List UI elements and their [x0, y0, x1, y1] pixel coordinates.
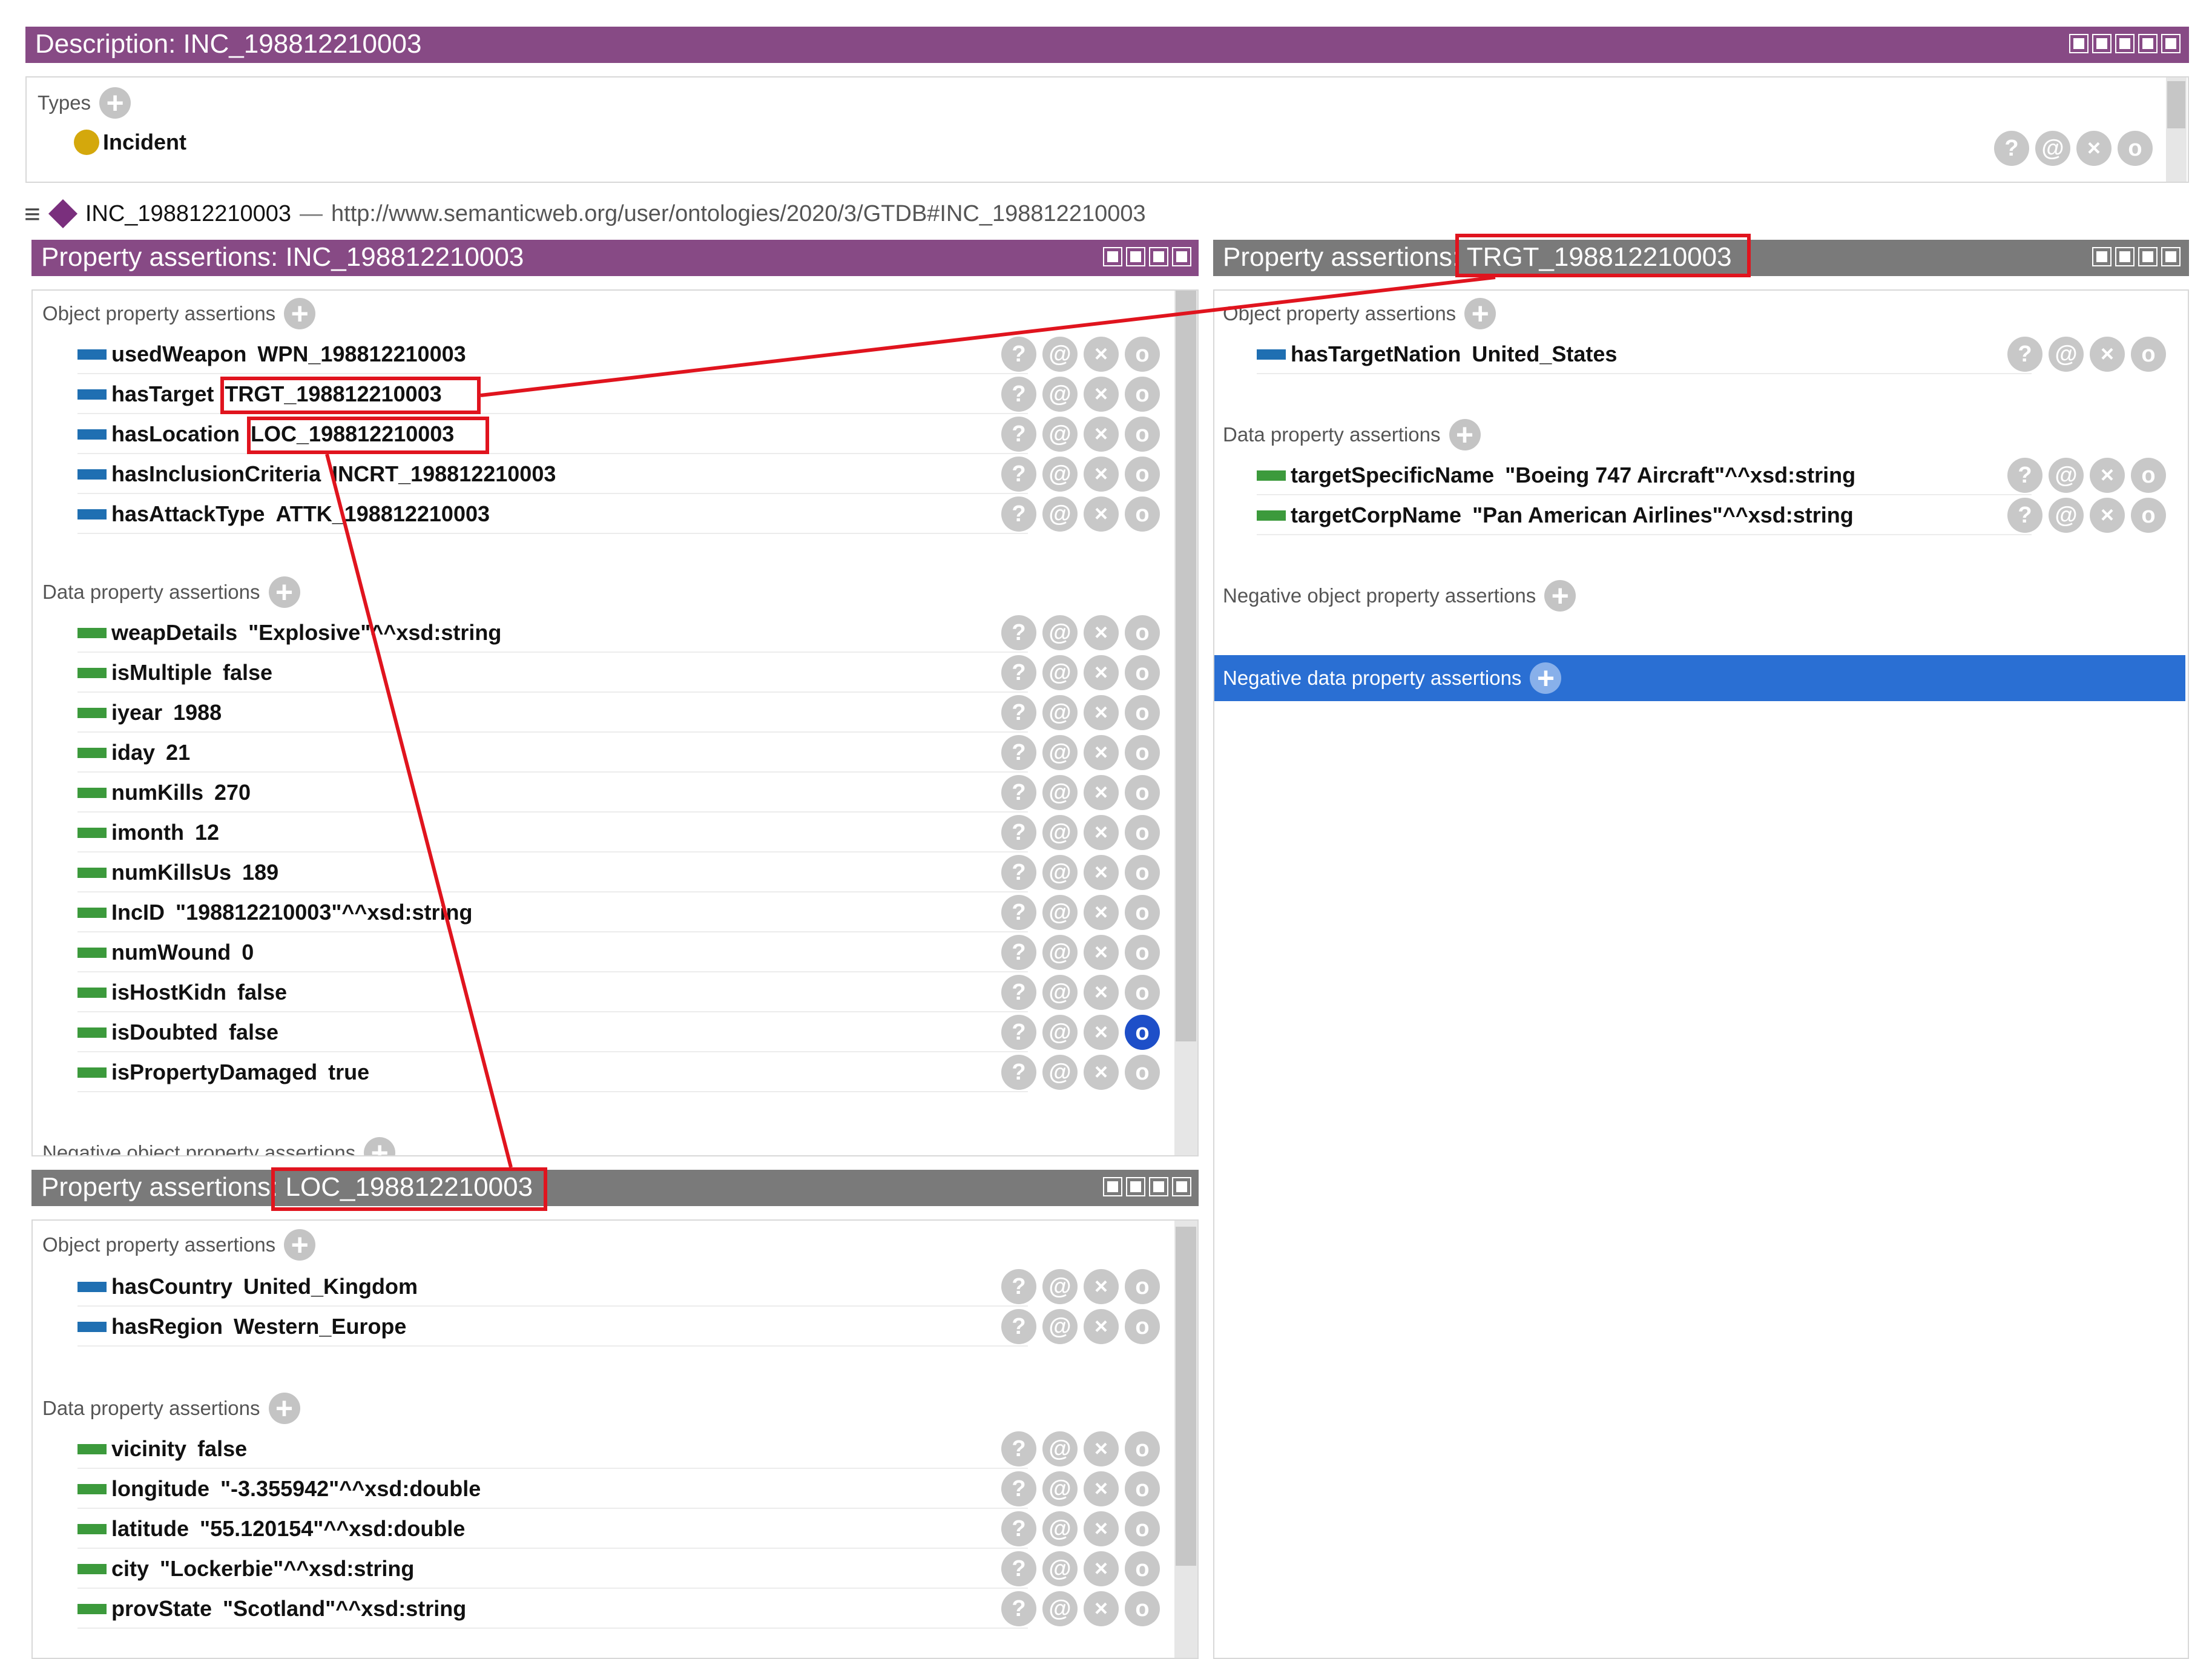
connector-trgt: [480, 275, 1496, 397]
connector-loc: [325, 454, 513, 1168]
annotation-lines: [325, 275, 1496, 1168]
